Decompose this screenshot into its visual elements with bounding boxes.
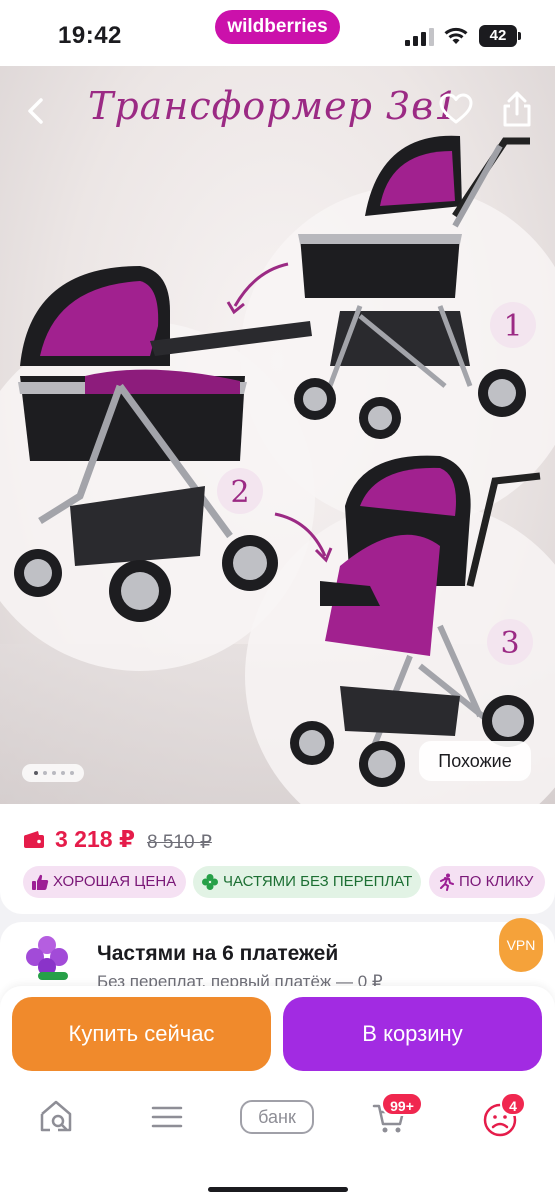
pagination-dot (52, 771, 56, 775)
similar-products-button[interactable]: Похожие (419, 741, 531, 781)
home-search-icon[interactable] (38, 1098, 74, 1134)
catalog-icon[interactable] (150, 1100, 184, 1134)
pagination-dot (70, 771, 74, 775)
status-bar: 19:42 wildberries 42 (0, 0, 555, 66)
good-price-badge[interactable]: ХОРОШАЯ ЦЕНА (23, 866, 186, 898)
add-to-cart-button[interactable]: В корзину (283, 997, 542, 1071)
one-click-badge[interactable]: ПО КЛИКУ (429, 866, 545, 898)
step-label-3: 3 (500, 626, 519, 661)
wallet-icon (24, 831, 44, 848)
pagination-dot (43, 771, 47, 775)
cart-count-badge: 99+ (381, 1092, 423, 1116)
profile-notification-badge: 4 (500, 1092, 526, 1116)
share-icon[interactable] (500, 90, 534, 128)
home-indicator (208, 1187, 348, 1192)
app-pill[interactable]: wildberries (215, 10, 340, 44)
favorite-heart-icon[interactable] (438, 92, 474, 126)
installment-title: Частями на 6 платежей (97, 942, 339, 965)
pagination-dot (61, 771, 65, 775)
vpn-badge[interactable]: VPN (499, 918, 543, 972)
status-time: 19:42 (58, 22, 122, 49)
installments-badge-label: ЧАСТЯМИ БЕЗ ПЕРЕПЛАТ (223, 873, 413, 890)
pagination-dot-active (34, 771, 38, 775)
image-pagination-dots (22, 764, 84, 782)
bottom-navigation: банк 99+ 4 (0, 1086, 555, 1146)
running-icon (440, 873, 454, 891)
bottom-action-bar: Купить сейчас В корзину банк 99+ 4 (0, 986, 555, 1200)
back-arrow-icon[interactable] (20, 94, 54, 128)
wifi-icon (444, 27, 468, 44)
thumbs-up-icon (32, 874, 49, 890)
step-label-1: 1 (503, 309, 522, 344)
price-card: 3 218 ₽ 8 510 ₽ ХОРОШАЯ ЦЕНА ЧАСТЯМИ БЕЗ… (0, 804, 555, 914)
old-price: 8 510 ₽ (147, 832, 212, 853)
installment-clover-icon (26, 936, 68, 980)
installments-badge[interactable]: ЧАСТЯМИ БЕЗ ПЕРЕПЛАТ (193, 866, 421, 898)
bank-icon[interactable]: банк (240, 1100, 314, 1134)
product-image-title: Трансформер 3в1 (88, 84, 460, 128)
step-number-labels: 1 2 3 (230, 309, 522, 661)
step-label-2: 2 (230, 475, 249, 510)
good-price-label: ХОРОШАЯ ЦЕНА (53, 873, 177, 890)
clover-icon (202, 874, 218, 890)
buy-now-button[interactable]: Купить сейчас (12, 997, 271, 1071)
battery-indicator: 42 (479, 25, 521, 47)
current-price: 3 218 ₽ (55, 826, 135, 852)
one-click-badge-label: ПО КЛИКУ (459, 873, 534, 890)
signal-icon (405, 28, 434, 46)
product-image-gallery[interactable]: 1 2 3 Трансформер 3в1 Похожие (0, 66, 555, 804)
